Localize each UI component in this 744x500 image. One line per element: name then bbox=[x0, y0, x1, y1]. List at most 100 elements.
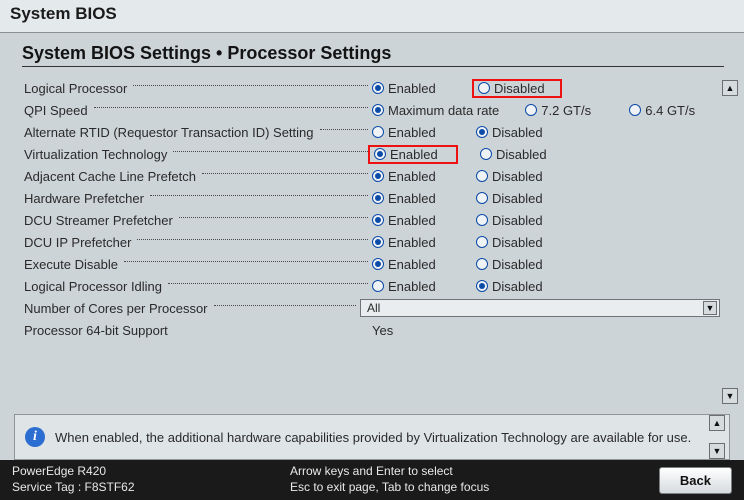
radio-enabled[interactable]: Enabled bbox=[372, 213, 450, 228]
radio-disabled[interactable]: Disabled bbox=[476, 125, 554, 140]
setting-value-cell: Enabled Disabled bbox=[372, 191, 720, 206]
radio-enabled[interactable]: Enabled bbox=[374, 147, 452, 162]
radio-enabled[interactable]: Enabled bbox=[372, 81, 450, 96]
radio-icon bbox=[476, 280, 488, 292]
leader-dots bbox=[320, 129, 369, 130]
radio-label: Enabled bbox=[388, 279, 436, 294]
radio-enabled[interactable]: Enabled bbox=[372, 169, 450, 184]
radio-label: Disabled bbox=[492, 235, 543, 250]
setting-label: Virtualization Technology bbox=[24, 147, 167, 162]
radio-enabled[interactable]: Enabled bbox=[372, 125, 450, 140]
radio-icon bbox=[476, 258, 488, 270]
setting-value-cell: Enabled Disabled bbox=[372, 235, 720, 250]
scroll-up-icon[interactable]: ▲ bbox=[709, 415, 725, 431]
setting-label: Logical Processor bbox=[24, 81, 127, 96]
footer-bar: PowerEdge R420 Service Tag : F8STF62 Arr… bbox=[0, 460, 744, 500]
radio-disabled[interactable]: Disabled bbox=[476, 169, 554, 184]
setting-label: Number of Cores per Processor bbox=[24, 301, 208, 316]
leader-dots bbox=[173, 151, 368, 152]
setting-value-cell: Enabled Disabled bbox=[372, 279, 720, 294]
radio-label: 7.2 GT/s bbox=[541, 103, 591, 118]
setting-label-cell: DCU IP Prefetcher bbox=[24, 235, 372, 250]
setting-value-cell: Maximum data rate 7.2 GT/s 6.4 GT/s bbox=[372, 103, 720, 118]
setting-value-cell: Enabled Disabled bbox=[372, 169, 720, 184]
setting-row: Execute Disable Enabled Disabled bbox=[24, 253, 720, 275]
cores-select[interactable]: All▼ bbox=[360, 299, 720, 317]
setting-value-cell: Enabled Disabled bbox=[372, 213, 720, 228]
setting-row: Virtualization Technology Enabled Disable… bbox=[24, 143, 720, 165]
leader-dots bbox=[124, 261, 368, 262]
breadcrumb: System BIOS Settings • Processor Setting… bbox=[22, 43, 724, 67]
setting-row: QPI Speed Maximum data rate 7.2 GT/s 6.4 G… bbox=[24, 99, 720, 121]
footer-hint-1: Arrow keys and Enter to select bbox=[290, 464, 489, 480]
radio-label: Disabled bbox=[492, 125, 543, 140]
setting-row: Processor 64-bit Support Yes bbox=[24, 319, 720, 341]
highlight-box: Disabled bbox=[472, 79, 562, 98]
scroll-up-icon[interactable]: ▲ bbox=[722, 80, 738, 96]
radio-64gts[interactable]: 6.4 GT/s bbox=[629, 103, 707, 118]
radio-disabled[interactable]: Disabled bbox=[476, 191, 554, 206]
setting-label-cell: Execute Disable bbox=[24, 257, 372, 272]
setting-label: Processor 64-bit Support bbox=[24, 323, 168, 338]
setting-label-cell: Hardware Prefetcher bbox=[24, 191, 372, 206]
back-button[interactable]: Back bbox=[659, 467, 732, 494]
radio-icon bbox=[525, 104, 537, 116]
help-panel: i When enabled, the additional hardware … bbox=[14, 414, 730, 460]
model-label: PowerEdge R420 bbox=[12, 464, 135, 480]
setting-label: Logical Processor Idling bbox=[24, 279, 162, 294]
setting-label: Adjacent Cache Line Prefetch bbox=[24, 169, 196, 184]
setting-row: Hardware Prefetcher Enabled Disabled bbox=[24, 187, 720, 209]
radio-disabled[interactable]: Disabled bbox=[478, 81, 556, 96]
radio-icon bbox=[372, 126, 384, 138]
settings-panel: Logical Processor Enabled Disabled QPI Sp… bbox=[0, 73, 744, 341]
radio-disabled[interactable]: Disabled bbox=[476, 279, 554, 294]
help-scrollbar[interactable]: ▲ ▼ bbox=[709, 415, 725, 459]
radio-icon bbox=[372, 258, 384, 270]
radio-enabled[interactable]: Enabled bbox=[372, 235, 450, 250]
radio-label: Disabled bbox=[494, 81, 545, 96]
radio-enabled[interactable]: Enabled bbox=[372, 257, 450, 272]
main-scrollbar[interactable]: ▲ ▼ bbox=[722, 80, 738, 404]
leader-dots bbox=[214, 305, 356, 306]
radio-enabled[interactable]: Enabled bbox=[372, 191, 450, 206]
setting-row: Logical Processor Enabled Disabled bbox=[24, 77, 720, 99]
setting-label-cell: Logical Processor Idling bbox=[24, 279, 372, 294]
radio-label: Disabled bbox=[492, 213, 543, 228]
setting-label-cell: DCU Streamer Prefetcher bbox=[24, 213, 372, 228]
scroll-down-icon[interactable]: ▼ bbox=[722, 388, 738, 404]
chevron-down-icon: ▼ bbox=[703, 301, 717, 315]
setting-label: Execute Disable bbox=[24, 257, 118, 272]
radio-disabled[interactable]: Disabled bbox=[480, 147, 558, 162]
scroll-down-icon[interactable]: ▼ bbox=[709, 443, 725, 459]
leader-dots bbox=[94, 107, 368, 108]
leader-dots bbox=[179, 217, 368, 218]
service-tag-value: F8STF62 bbox=[85, 480, 135, 494]
leader-dots bbox=[133, 85, 368, 86]
setting-label: DCU IP Prefetcher bbox=[24, 235, 131, 250]
radio-icon bbox=[476, 192, 488, 204]
setting-label-cell: Alternate RTID (Requestor Transaction ID… bbox=[24, 125, 372, 140]
setting-value-cell: Yes bbox=[372, 323, 720, 338]
radio-max-data-rate[interactable]: Maximum data rate bbox=[372, 103, 499, 118]
radio-label: Enabled bbox=[388, 213, 436, 228]
setting-value-cell: Enabled Disabled bbox=[372, 125, 720, 140]
radio-disabled[interactable]: Disabled bbox=[476, 257, 554, 272]
help-text: When enabled, the additional hardware ca… bbox=[55, 430, 699, 445]
setting-value-cell: Enabled Disabled bbox=[372, 81, 720, 96]
setting-label-cell: Number of Cores per Processor bbox=[24, 301, 360, 316]
leader-dots bbox=[150, 195, 368, 196]
radio-disabled[interactable]: Disabled bbox=[476, 235, 554, 250]
radio-label: Enabled bbox=[388, 125, 436, 140]
radio-icon bbox=[374, 148, 386, 160]
radio-icon bbox=[629, 104, 641, 116]
radio-label: Enabled bbox=[388, 81, 436, 96]
radio-enabled[interactable]: Enabled bbox=[372, 279, 450, 294]
radio-disabled[interactable]: Disabled bbox=[476, 213, 554, 228]
setting-label-cell: QPI Speed bbox=[24, 103, 372, 118]
radio-label: Enabled bbox=[388, 191, 436, 206]
radio-icon bbox=[372, 192, 384, 204]
radio-label: Disabled bbox=[492, 191, 543, 206]
static-value: Yes bbox=[372, 323, 393, 338]
radio-icon bbox=[476, 236, 488, 248]
radio-72gts[interactable]: 7.2 GT/s bbox=[525, 103, 603, 118]
